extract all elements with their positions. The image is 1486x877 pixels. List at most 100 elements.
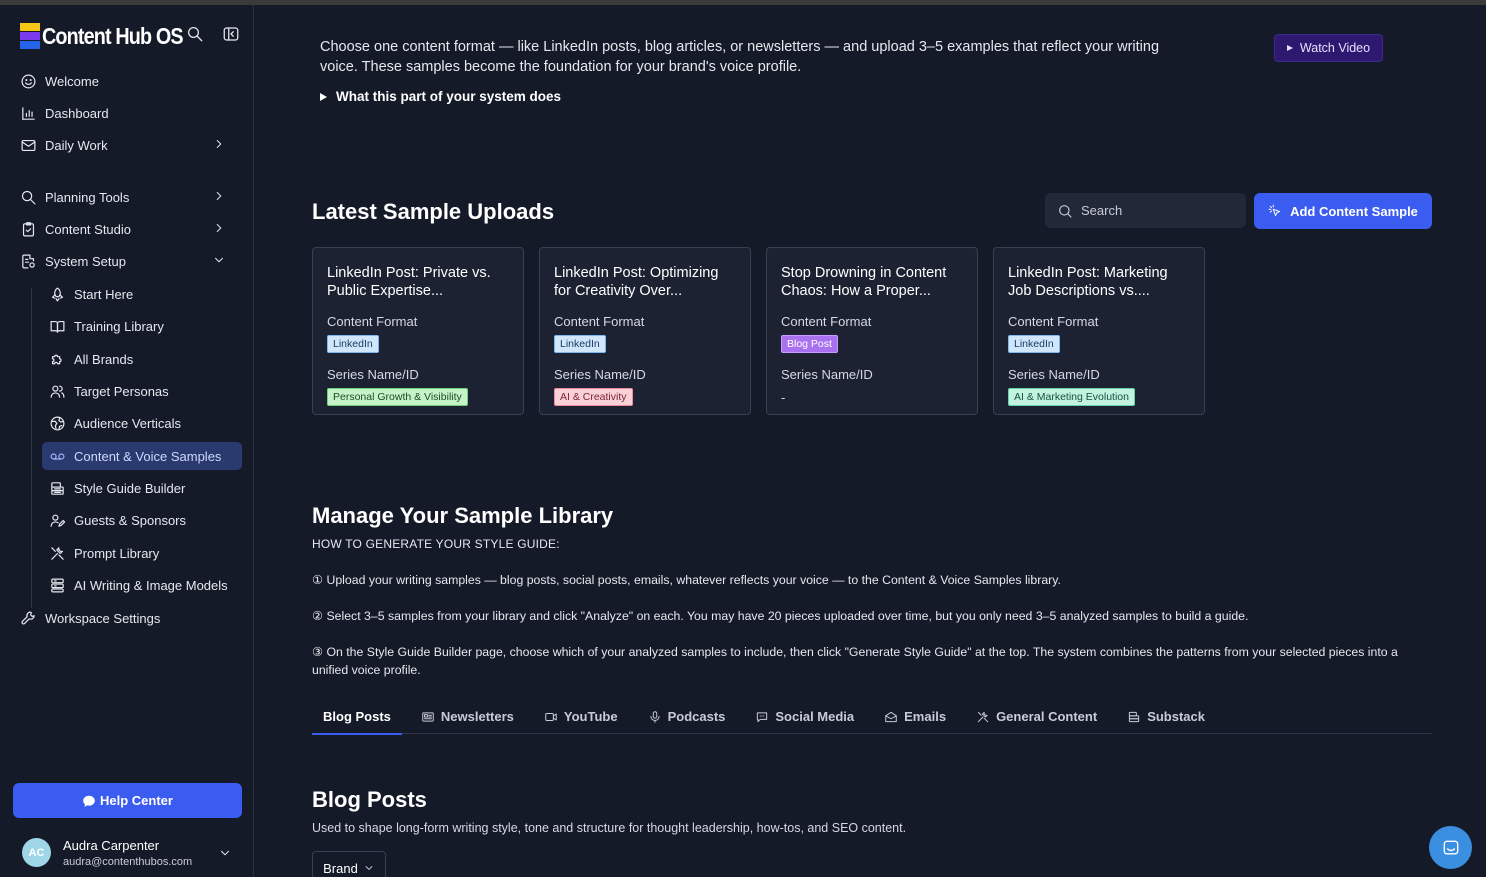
user-name: Audra Carpenter [63, 838, 160, 853]
sidebar-item-style-guide-builder[interactable]: Style Guide Builder [42, 474, 242, 502]
sidebar-item-label: Workspace Settings [45, 610, 161, 626]
sidebar: Content Hub OS Welcome Dashboard Daily W… [0, 5, 254, 877]
sample-card[interactable]: LinkedIn Post: Marketing Job Description… [993, 247, 1205, 415]
sidebar-item-label: Training Library [74, 318, 164, 334]
section-description: Used to shape long-form writing style, t… [312, 821, 907, 835]
sidebar-item-dashboard[interactable]: Dashboard [12, 99, 242, 127]
users-icon [49, 383, 66, 400]
intro-text: Choose one content format — like LinkedI… [320, 39, 1160, 75]
sidebar-item-label: Style Guide Builder [74, 480, 186, 496]
sidebar-item-label: Content Studio [45, 221, 132, 237]
collapse-sidebar-icon[interactable] [222, 25, 240, 43]
chevron-down-icon [218, 846, 232, 860]
sidebar-item-content-studio[interactable]: Content Studio [12, 215, 242, 243]
card-series-label: Series Name/ID [327, 367, 419, 382]
voicemail-icon [49, 448, 66, 465]
layers-icon [49, 480, 66, 497]
logo-row: Content Hub OS [20, 21, 240, 51]
sidebar-item-audience-verticals[interactable]: Audience Verticals [42, 409, 242, 437]
sample-card[interactable]: LinkedIn Post: Private vs. Public Expert… [312, 247, 524, 415]
format-badge: LinkedIn [327, 335, 379, 353]
tab-youtube[interactable]: YouTube [533, 699, 629, 734]
tab-label: Social Media [775, 709, 855, 724]
sidebar-item-label: Welcome [45, 73, 99, 89]
sidebar-item-welcome[interactable]: Welcome [12, 67, 242, 95]
sample-card[interactable]: Stop Drowning in Content Chaos: How a Pr… [766, 247, 978, 415]
sidebar-item-label: Audience Verticals [74, 415, 181, 431]
user-menu[interactable]: AC Audra Carpenter audra@contenthubos.co… [22, 836, 242, 872]
sidebar-item-label: Guests & Sponsors [74, 512, 186, 528]
sidebar-item-label: Target Personas [74, 383, 169, 399]
chevron-down-icon [212, 253, 226, 267]
chat-launcher-button[interactable] [1429, 826, 1472, 869]
clipboard-check-icon [20, 221, 37, 238]
latest-uploads-title: Latest Sample Uploads [312, 199, 555, 224]
sidebar-item-label: Dashboard [45, 105, 109, 121]
layers-icon [1127, 710, 1141, 724]
chevron-down-icon [363, 862, 375, 874]
card-series-label: Series Name/ID [1008, 367, 1100, 382]
sidebar-item-label: Prompt Library [74, 545, 160, 561]
sidebar-item-planning-tools[interactable]: Planning Tools [12, 183, 242, 211]
tab-substack[interactable]: Substack [1116, 699, 1216, 734]
sidebar-item-all-brands[interactable]: All Brands [42, 345, 242, 373]
sidebar-item-start-here[interactable]: Start Here [42, 280, 242, 308]
sidebar-item-daily-work[interactable]: Daily Work [12, 131, 242, 159]
sidebar-item-prompt-library[interactable]: Prompt Library [42, 539, 242, 567]
card-series-label: Series Name/ID [554, 367, 646, 382]
tab-social-media[interactable]: Social Media [744, 699, 865, 734]
sidebar-item-label: Content & Voice Samples [74, 448, 222, 464]
series-badge: AI & Marketing Evolution [1008, 388, 1135, 406]
tab-podcasts[interactable]: Podcasts [637, 699, 737, 734]
bar-chart-icon [20, 105, 37, 122]
series-badge: Personal Growth & Visibility [327, 388, 468, 406]
tab-label: YouTube [563, 709, 618, 724]
sidebar-item-label: All Brands [74, 351, 134, 367]
globe-icon [49, 415, 66, 432]
disclosure-label: What this part of your system does [336, 89, 562, 104]
search-icon[interactable] [186, 25, 204, 43]
chat-bubble-icon [82, 794, 96, 808]
avatar: AC [22, 838, 51, 867]
tab-label: Podcasts [667, 709, 726, 724]
tools-icon [976, 710, 990, 724]
sidebar-item-workspace-settings[interactable]: Workspace Settings [12, 604, 242, 632]
tools-icon [49, 545, 66, 562]
sample-card[interactable]: LinkedIn Post: Optimizing for Creativity… [539, 247, 751, 415]
sidebar-item-target-personas[interactable]: Target Personas [42, 377, 242, 405]
tab-blog-posts[interactable]: Blog Posts [312, 699, 402, 735]
mail-icon [20, 137, 37, 154]
system-info-disclosure[interactable]: What this part of your system does [320, 89, 561, 104]
content-type-tabs: Blog Posts Newsletters YouTube Podcasts … [312, 699, 1432, 735]
howto-step: ③ On the Style Guide Builder page, choos… [312, 645, 1398, 677]
sidebar-item-guests-sponsors[interactable]: Guests & Sponsors [42, 506, 242, 534]
search-icon [20, 189, 37, 206]
server-icon [49, 577, 66, 594]
sidebar-item-ai-models[interactable]: AI Writing & Image Models [42, 571, 242, 599]
microphone-icon [648, 710, 662, 724]
disclosure-triangle-icon [320, 92, 327, 101]
help-center-button[interactable]: Help Center [13, 783, 242, 818]
sidebar-item-system-setup[interactable]: System Setup [12, 247, 242, 275]
series-empty: - [781, 390, 786, 405]
sidebar-item-content-voice-samples[interactable]: Content & Voice Samples [42, 442, 242, 470]
tab-label: Newsletters [440, 709, 514, 724]
add-content-sample-button[interactable]: Add Content Sample [1254, 193, 1432, 229]
chevron-right-icon [212, 221, 226, 235]
tab-emails[interactable]: Emails [873, 699, 957, 734]
watch-video-button[interactable]: Watch Video [1274, 34, 1383, 62]
brand-filter-dropdown[interactable]: Brand [312, 851, 386, 877]
chat-icon [1441, 838, 1461, 858]
card-series-label: Series Name/ID [781, 367, 873, 382]
sidebar-item-training-library[interactable]: Training Library [42, 312, 242, 340]
search-input[interactable]: Search [1045, 193, 1246, 228]
sample-library-title: Manage Your Sample Library [312, 503, 614, 528]
sidebar-item-label: AI Writing & Image Models [74, 577, 228, 593]
card-format-label: Content Format [327, 314, 418, 329]
tab-general-content[interactable]: General Content [965, 699, 1108, 734]
puzzle-icon [49, 351, 66, 368]
wrench-icon [20, 610, 37, 627]
format-badge: Blog Post [781, 335, 838, 353]
rocket-icon [49, 286, 66, 303]
tab-newsletters[interactable]: Newsletters [410, 699, 525, 734]
